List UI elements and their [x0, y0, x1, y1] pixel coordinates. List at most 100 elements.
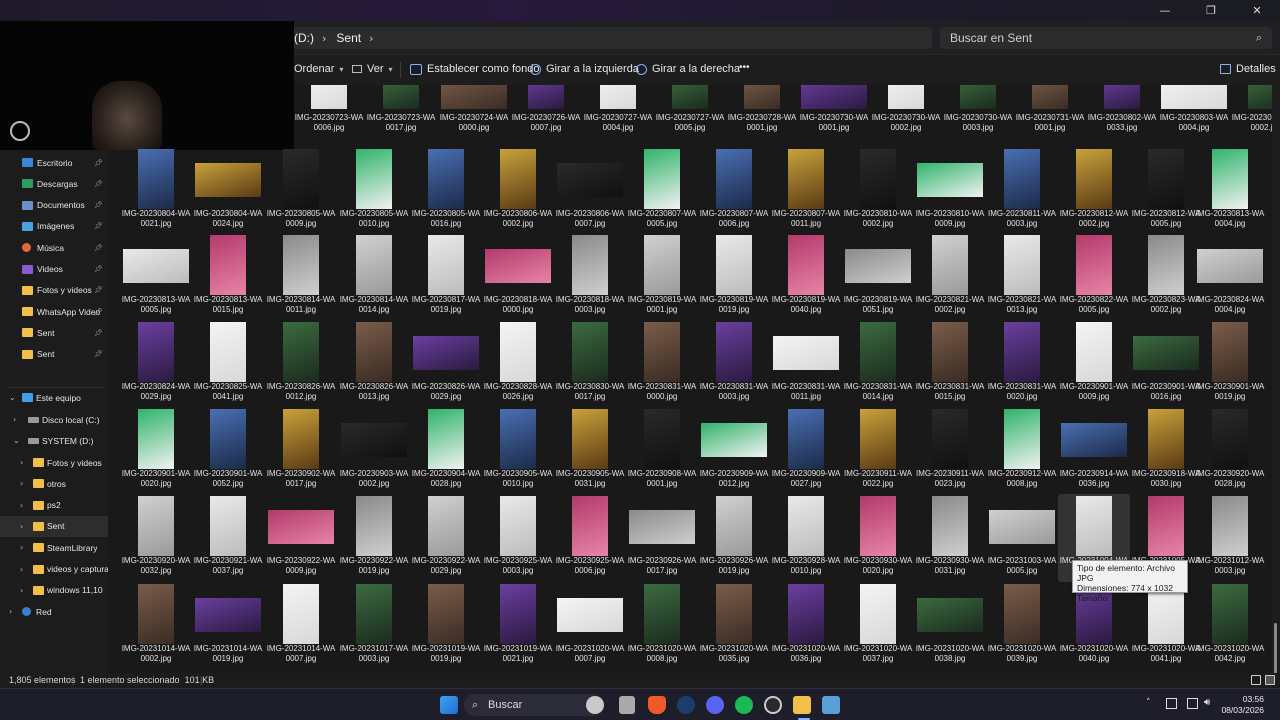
file-tile[interactable]: IMG-20230911-WA0022.jpg	[842, 409, 914, 495]
file-tile[interactable]: IMG-20231003-WA0005.jpg	[986, 496, 1058, 582]
file-tile[interactable]: IMG-20230806-WA0002.jpg	[482, 149, 554, 235]
file-tile[interactable]: IMG-20230901-WA0020.jpg	[120, 409, 192, 495]
rotate-right-button[interactable]: Girar a la derecha	[636, 63, 740, 75]
chevron-right-icon[interactable]: ›	[20, 479, 23, 488]
file-tile[interactable]: IMG-20230830-WA0017.jpg	[554, 322, 626, 408]
sidebar-item-4[interactable]: Música 📌︎	[0, 237, 108, 258]
file-tile[interactable]: IMG-20230817-WA0019.jpg	[410, 235, 482, 321]
file-tile[interactable]: IMG-20230813-WA0004.jpg	[1194, 149, 1266, 235]
file-tile[interactable]: IMG-20230810-WA0002.jpg	[842, 149, 914, 235]
file-tile[interactable]: IMG-20230814-WA0011.jpg	[265, 235, 337, 321]
sidebar-item-this-pc[interactable]: ⌄ Este equipo	[0, 387, 108, 408]
file-tile[interactable]: IMG-20230819-WA0040.jpg	[770, 235, 842, 321]
file-tile[interactable]: IMG-20230926-WA0019.jpg	[698, 496, 770, 582]
volume-icon[interactable]: 🔊︎	[1204, 697, 1210, 708]
file-tile[interactable]: IMG-20231020-WA0042.jpg	[1194, 584, 1266, 670]
file-tile[interactable]: IMG-20230819-WA0051.jpg	[842, 235, 914, 321]
file-tile[interactable]: IMG-20231014-WA0019.jpg	[192, 584, 264, 670]
file-tile[interactable]: IMG-20230920-WA0032.jpg	[120, 496, 192, 582]
file-tile[interactable]: IMG-20230903-WA0002.jpg	[338, 409, 410, 495]
sidebar-item-folder-0[interactable]: › Fotos y videos	[0, 452, 108, 473]
breadcrumb-drive[interactable]: (D:)	[294, 31, 314, 45]
file-tile[interactable]: IMG-20230831-WA0020.jpg	[986, 322, 1058, 408]
sidebar-item-7[interactable]: WhatsApp Video 📌︎	[0, 301, 108, 322]
file-tile[interactable]: IMG-20230920-WA0028.jpg	[1194, 409, 1266, 495]
file-tile[interactable]: IMG-20230824-WA0029.jpg	[120, 322, 192, 408]
sidebar-item-folder-6[interactable]: › windows 11,10	[0, 580, 108, 601]
file-tile[interactable]: IMG-20230925-WA0003.jpg	[482, 496, 554, 582]
file-tile[interactable]: IMG-20230805-WA0010.jpg	[338, 149, 410, 235]
more-options-button[interactable]: •••	[739, 62, 750, 73]
app-window-icon[interactable]	[822, 696, 840, 714]
file-tile[interactable]: IMG-20230821-WA0013.jpg	[986, 235, 1058, 321]
file-tile[interactable]: IMG-20230925-WA0006.jpg	[554, 496, 626, 582]
chevron-down-icon[interactable]: ⌄	[9, 393, 16, 402]
file-tile[interactable]: IMG-20231020-WA0039.jpg	[986, 584, 1058, 670]
sidebar-item-local-disk[interactable]: › Disco local (C:)	[0, 409, 108, 430]
sidebar-item-2[interactable]: Documentos 📌︎	[0, 195, 108, 216]
sidebar-item-folder-3[interactable]: › Sent	[0, 515, 108, 537]
breadcrumb-folder[interactable]: Sent	[336, 31, 361, 45]
sidebar-item-folder-5[interactable]: › videos y captura	[0, 559, 108, 580]
details-view-icon[interactable]	[1251, 675, 1261, 685]
file-tile[interactable]: IMG-20230819-WA0001.jpg	[626, 235, 698, 321]
file-tile[interactable]: IMG-20230922-WA0019.jpg	[338, 496, 410, 582]
file-tile[interactable]: IMG-20230807-WA0005.jpg	[626, 149, 698, 235]
file-tile[interactable]: IMG-20230824-WA0004.jpg	[1194, 235, 1266, 321]
file-tile[interactable]: IMG-20230930-WA0031.jpg	[914, 496, 986, 582]
start-windows-icon[interactable]	[440, 696, 458, 714]
sort-button[interactable]: Ordenar ▾	[294, 63, 343, 75]
file-tile[interactable]: IMG-20230831-WA0000.jpg	[626, 322, 698, 408]
file-explorer-icon[interactable]	[793, 696, 811, 714]
file-tile[interactable]: IMG-20230911-WA0023.jpg	[914, 409, 986, 495]
file-tile[interactable]: IMG-20230926-WA0017.jpg	[626, 496, 698, 582]
sidebar-item-0[interactable]: Escritorio 📌︎	[0, 152, 108, 173]
file-tile[interactable]: IMG-20231020-WA0035.jpg	[698, 584, 770, 670]
sidebar-item-folder-4[interactable]: › SteamLibrary	[0, 537, 108, 558]
file-tile[interactable]: IMG-20230912-WA0008.jpg	[986, 409, 1058, 495]
file-tile[interactable]: IMG-20230909-WA0012.jpg	[698, 409, 770, 495]
network-icon[interactable]	[1166, 698, 1177, 709]
file-tile[interactable]: IMG-20230813-WA0015.jpg	[192, 235, 264, 321]
search-input[interactable]: Buscar en Sent ⌕	[940, 27, 1272, 49]
sidebar-item-6[interactable]: Fotos y videos 📌︎	[0, 280, 108, 301]
taskbar-clock[interactable]: 03:56 08/03/2026	[1214, 694, 1264, 716]
chevron-right-icon[interactable]: ›	[322, 32, 326, 45]
taskbar-search[interactable]: ⌕ Buscar	[464, 694, 604, 716]
sidebar-item-network[interactable]: › Red	[0, 601, 108, 622]
rotate-left-button[interactable]: Girar a la izquierda	[530, 63, 639, 75]
file-tile[interactable]: IMG-20231020-WA0008.jpg	[626, 584, 698, 670]
file-tile[interactable]: IMG-20230826-WA0013.jpg	[338, 322, 410, 408]
app-icon[interactable]	[764, 696, 782, 714]
view-button[interactable]: Ver ▾	[352, 63, 393, 75]
file-tile[interactable]: IMG-20230812-WA0002.jpg	[1058, 149, 1130, 235]
file-tile[interactable]: IMG-20230806-WA0007.jpg	[554, 149, 626, 235]
chevron-right-icon[interactable]: ›	[20, 501, 23, 510]
file-tile[interactable]: IMG-20230807-WA0011.jpg	[770, 149, 842, 235]
file-tile[interactable]: IMG-20230811-WA0003.jpg	[986, 149, 1058, 235]
file-tile[interactable]: IMG-20230905-WA0031.jpg	[554, 409, 626, 495]
file-tile[interactable]: IMG-20230805-WA0009.jpg	[265, 149, 337, 235]
file-tile[interactable]: IMG-20230826-WA0012.jpg	[265, 322, 337, 408]
file-tile[interactable]: IMG-20230901-WA0019.jpg	[1194, 322, 1266, 408]
file-tile[interactable]: IMG-20230814-WA0014.jpg	[338, 235, 410, 321]
file-tile[interactable]: IMG-20230826-WA0029.jpg	[410, 322, 482, 408]
minimize-button[interactable]: —	[1142, 0, 1188, 21]
file-tile[interactable]: IMG-20231014-WA0007.jpg	[265, 584, 337, 670]
file-tile[interactable]: IMG-20231012-WA0003.jpg	[1194, 496, 1266, 582]
file-tile[interactable]: IMG-20230813-WA0005.jpg	[120, 235, 192, 321]
file-tile[interactable]: IMG-20230918-WA0030.jpg	[1130, 409, 1202, 495]
file-tile[interactable]: IMG-20230831-WA0015.jpg	[914, 322, 986, 408]
file-tile[interactable]: IMG-20230822-WA0005.jpg	[1058, 235, 1130, 321]
file-tile[interactable]: IMG-20231019-WA0019.jpg	[410, 584, 482, 670]
close-button[interactable]: ✕	[1234, 0, 1280, 21]
maximize-button[interactable]: ❐	[1188, 0, 1234, 21]
details-button[interactable]: Detalles	[1220, 63, 1276, 75]
spotify-icon[interactable]	[735, 696, 753, 714]
file-tile[interactable]: IMG-20230905-WA0010.jpg	[482, 409, 554, 495]
task-view-icon[interactable]	[619, 696, 635, 714]
steam-icon[interactable]	[677, 696, 695, 714]
display-icon[interactable]	[1187, 698, 1198, 709]
file-tile[interactable]: IMG-20230831-WA0003.jpg	[698, 322, 770, 408]
chevron-right-icon[interactable]: ›	[20, 586, 23, 595]
